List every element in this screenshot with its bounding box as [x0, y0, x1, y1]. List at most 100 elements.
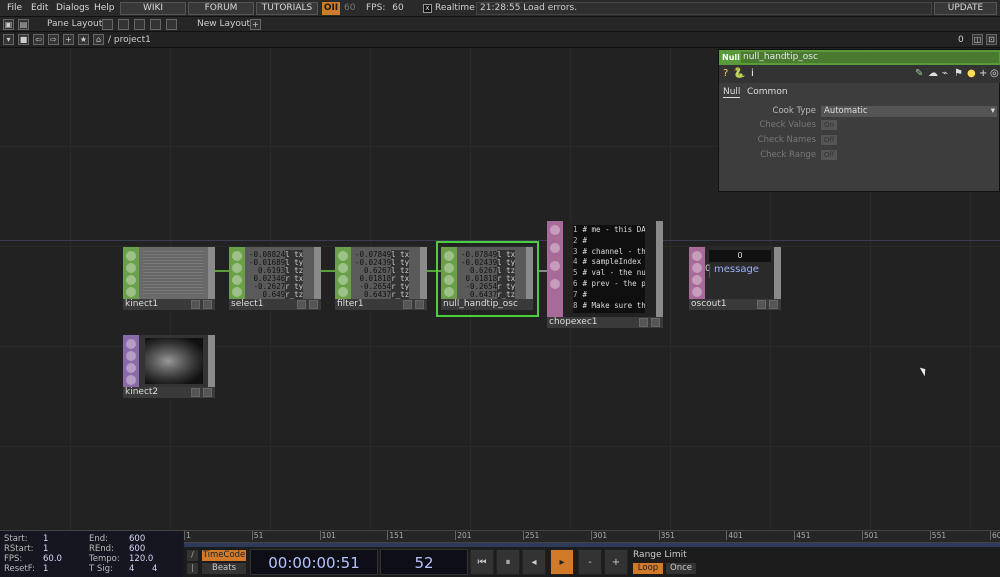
node-kinect1[interactable]: kinect1: [123, 247, 215, 311]
layout-5-icon[interactable]: [166, 19, 177, 30]
add-layout-icon[interactable]: +: [250, 19, 261, 30]
pane-split-icon[interactable]: ▤: [18, 19, 29, 30]
node-label[interactable]: null_handtip_osc: [441, 299, 533, 310]
frame-display[interactable]: 52: [380, 549, 468, 575]
node-filter1[interactable]: -0.07849l_tx -0.02439l_ty 0.6267l_tz 0.01…: [335, 247, 427, 311]
fps-value[interactable]: 60.0: [43, 554, 62, 564]
add-icon[interactable]: +: [979, 68, 987, 79]
node-flag[interactable]: [203, 388, 212, 397]
rend-value[interactable]: 600: [129, 544, 145, 554]
tab-common[interactable]: Common: [747, 87, 788, 97]
tab-null[interactable]: Null: [723, 87, 741, 98]
layout-4-icon[interactable]: [150, 19, 161, 30]
ruler-tick: 301: [590, 531, 608, 540]
node-flag[interactable]: [191, 388, 200, 397]
curve-icon[interactable]: /: [187, 550, 198, 561]
node-flag[interactable]: [309, 300, 318, 309]
add-icon[interactable]: +: [63, 34, 74, 45]
resetf-value[interactable]: 1: [43, 564, 48, 574]
tsig-value-2[interactable]: 4: [152, 564, 157, 574]
node-flag[interactable]: [191, 300, 200, 309]
end-value[interactable]: 600: [129, 534, 145, 544]
status-message[interactable]: 21:28:55 Load errors.: [476, 2, 932, 15]
node-flag[interactable]: [297, 300, 306, 309]
node-label[interactable]: kinect1: [123, 299, 215, 310]
node-kinect2[interactable]: kinect2: [123, 335, 215, 399]
layout-1-icon[interactable]: [102, 19, 113, 30]
plus-icon[interactable]: +: [604, 549, 628, 575]
python-expr-icon[interactable]: ●: [967, 68, 976, 79]
check-values-toggle[interactable]: On: [821, 120, 837, 130]
forum-button[interactable]: FORUM: [188, 2, 254, 15]
tempo-value[interactable]: 120.0: [129, 554, 153, 564]
node-select1[interactable]: -0.08824l_tx -0.01689l_ty 0.6193l_tz 0.02…: [229, 247, 321, 311]
play-icon[interactable]: ▸: [550, 549, 574, 575]
node-flag[interactable]: [651, 318, 660, 327]
menu-help[interactable]: Help: [94, 3, 115, 13]
target-icon[interactable]: ◎: [990, 68, 999, 79]
menu-file[interactable]: File: [7, 3, 22, 13]
line-icon[interactable]: |: [187, 563, 198, 574]
edit-icon[interactable]: ✎: [915, 68, 923, 79]
settings-icon[interactable]: ⊡: [986, 34, 997, 45]
beats-button[interactable]: Beats: [202, 563, 246, 574]
home-icon[interactable]: ⌂: [93, 34, 104, 45]
tutorials-button[interactable]: TUTORIALS: [256, 2, 318, 15]
loop-button[interactable]: Loop: [633, 563, 663, 574]
menu-edit[interactable]: Edit: [31, 3, 48, 13]
node-null-handtip-osc[interactable]: -0.07849l_tx -0.02439l_ty 0.6267l_tz 0.01…: [441, 247, 533, 311]
timecode-button[interactable]: TimeCode: [202, 550, 246, 561]
node-flag[interactable]: [403, 300, 412, 309]
update-button[interactable]: UPDATE: [934, 2, 997, 15]
node-label[interactable]: select1: [229, 299, 321, 310]
star-icon[interactable]: ★: [78, 34, 89, 45]
layout-2-icon[interactable]: [118, 19, 129, 30]
python-icon[interactable]: 🐍: [733, 68, 745, 79]
help-icon[interactable]: ?: [723, 68, 728, 79]
info-icon[interactable]: i: [751, 68, 754, 79]
op-name-field[interactable]: null_handtip_osc: [741, 52, 999, 63]
new-layout-label[interactable]: New Layout: [197, 19, 250, 29]
expand-icon[interactable]: ◫: [972, 34, 983, 45]
timecode-display[interactable]: 00:00:00:51: [250, 549, 378, 575]
oii-button[interactable]: OII: [322, 2, 340, 15]
rstart-value[interactable]: 1: [43, 544, 48, 554]
menu-dialogs[interactable]: Dialogs: [56, 3, 89, 13]
check-names-toggle[interactable]: Off: [821, 135, 837, 145]
node-label[interactable]: filter1: [335, 299, 427, 310]
channel-row: 0.6437r_tz: [355, 290, 410, 299]
layout-3-icon[interactable]: [134, 19, 145, 30]
node-label[interactable]: kinect2: [123, 387, 215, 398]
node-label[interactable]: oscout1: [689, 299, 781, 310]
node-flag[interactable]: [757, 300, 766, 309]
start-value[interactable]: 1: [43, 534, 48, 544]
tsig-value-1[interactable]: 4: [129, 564, 134, 574]
forward-icon[interactable]: ⇨: [48, 34, 59, 45]
node-oscout1[interactable]: 0 0 message oscout1: [689, 247, 781, 311]
chevron-down-icon[interactable]: ▾: [3, 34, 14, 45]
rewind-icon[interactable]: ⏮: [470, 549, 494, 575]
node-flag[interactable]: [639, 318, 648, 327]
channel-name: r_tz: [391, 290, 410, 299]
node-flag[interactable]: [769, 300, 778, 309]
node-flag[interactable]: [415, 300, 424, 309]
channel-row: 0.649r_tz: [249, 290, 304, 299]
node-flag[interactable]: [203, 300, 212, 309]
pane-icon[interactable]: ▣: [3, 19, 14, 30]
once-button[interactable]: Once: [666, 563, 696, 574]
realtime-checkbox[interactable]: x: [423, 4, 432, 13]
wiki-button[interactable]: WIKI: [120, 2, 186, 15]
minus-icon[interactable]: -: [578, 549, 602, 575]
check-range-toggle[interactable]: Off: [821, 150, 837, 160]
node-chopexec1[interactable]: 1 # me - this DA 2 #3 # channel - th 4 # sampl…: [547, 221, 663, 329]
pause-icon[interactable]: ⏸: [496, 549, 520, 575]
timeline-ruler[interactable]: 151101151201251301351401451501551600: [184, 531, 1000, 543]
network-path[interactable]: / project1: [108, 35, 151, 45]
step-back-icon[interactable]: ◂: [522, 549, 546, 575]
link-icon[interactable]: ⌁: [942, 68, 948, 79]
back-icon[interactable]: ⇦: [33, 34, 44, 45]
stop-icon[interactable]: ■: [18, 34, 29, 45]
flag-icon[interactable]: ⚑: [954, 68, 963, 79]
comment-icon[interactable]: ☁: [928, 68, 938, 79]
cook-type-dropdown[interactable]: Automatic ▾: [821, 106, 997, 117]
